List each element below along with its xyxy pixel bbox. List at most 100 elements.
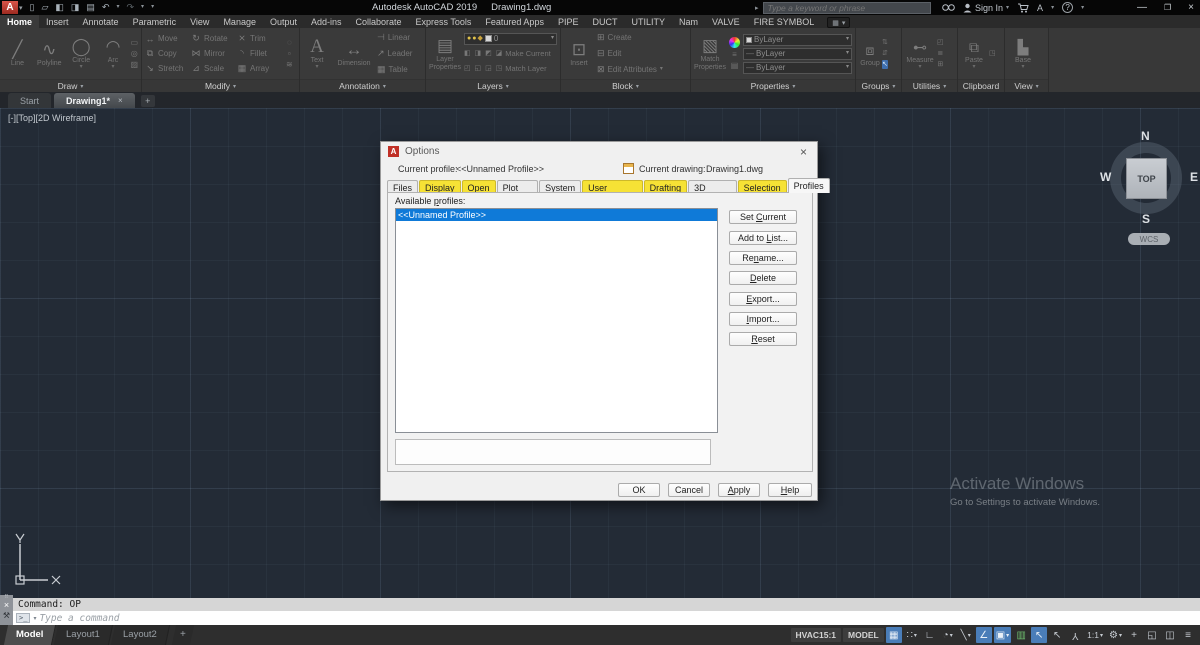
scale-tool[interactable]: ⊿Scale: [191, 61, 237, 76]
layout-tab-layout1[interactable]: Layout1: [54, 625, 113, 645]
search-binoculars-icon[interactable]: [942, 3, 955, 12]
annotation-visibility-toggle[interactable]: Y: [1067, 627, 1083, 643]
panel-label-draw[interactable]: Draw▾: [0, 79, 141, 92]
snap-mode-toggle[interactable]: ∷▾: [904, 627, 920, 643]
copy-clip-icon[interactable]: ◳: [989, 49, 996, 58]
new-drawing-tab-button[interactable]: +: [141, 95, 155, 107]
new-icon[interactable]: ▯: [30, 1, 35, 14]
measure-tool[interactable]: ⊷Measure▾: [905, 37, 935, 70]
isolate-objects-button[interactable]: ◫: [1162, 627, 1178, 643]
match-layer-tool[interactable]: ◰ ◱ ◲ ◳Match Layer: [464, 62, 557, 75]
add-to-list-button[interactable]: Add to List...: [729, 231, 797, 245]
ribbon-tab-nam[interactable]: Nam: [672, 15, 705, 28]
help-dropdown-icon[interactable]: ▾: [1081, 4, 1084, 11]
text-tool[interactable]: AText▾: [303, 37, 331, 70]
base-view-tool[interactable]: ▙Base▾: [1008, 37, 1038, 70]
logo-dropdown-icon[interactable]: ▾: [19, 4, 23, 12]
viewcube-south[interactable]: S: [1142, 212, 1150, 226]
object-snap-toggle[interactable]: ▣▾: [994, 627, 1011, 643]
status-plus-button[interactable]: +: [1126, 627, 1142, 643]
ribbon-tab-manage[interactable]: Manage: [216, 15, 263, 28]
circle-tool[interactable]: ◯Circle▾: [67, 37, 96, 70]
file-tab-drawing1[interactable]: Drawing1* ×: [54, 93, 135, 108]
command-customize-icon[interactable]: ⚒: [3, 611, 10, 621]
redo-dropdown-icon[interactable]: ▾: [141, 1, 144, 14]
ortho-toggle[interactable]: ∟: [922, 627, 938, 643]
grid-toggle[interactable]: ▦: [886, 627, 902, 643]
save-as-icon[interactable]: ◨: [71, 1, 80, 14]
offset-tool-icon[interactable]: ≋: [286, 60, 293, 69]
selection-cycling-toggle[interactable]: ↖: [1031, 627, 1047, 643]
color-wheel-icon[interactable]: [729, 37, 740, 48]
ungroup-icon[interactable]: ⇅: [882, 38, 888, 47]
command-input[interactable]: [39, 613, 1200, 624]
ribbon-tab-duct[interactable]: DUCT: [585, 15, 624, 28]
linear-tool[interactable]: ⊣Linear: [377, 31, 410, 45]
ok-button[interactable]: OK: [618, 483, 660, 497]
viewcube-east[interactable]: E: [1190, 170, 1198, 184]
panel-label-layers[interactable]: Layers▾: [426, 79, 560, 92]
linetype-list-icon[interactable]: ▤: [729, 61, 740, 70]
layer-properties-tool[interactable]: ▤Layer Properties: [429, 36, 461, 72]
cancel-button[interactable]: Cancel: [668, 483, 710, 497]
polyline-tool[interactable]: ∿Polyline: [35, 40, 64, 68]
3d-osnap-toggle[interactable]: ↖: [1049, 627, 1065, 643]
command-prompt-icon[interactable]: >_: [16, 613, 30, 623]
sign-in-button[interactable]: Sign In ▾: [963, 3, 1009, 13]
autocad-logo-icon[interactable]: A: [2, 1, 18, 14]
undo-dropdown-icon[interactable]: ▾: [116, 1, 119, 14]
linetype-dropdown[interactable]: —ByLayer▾: [743, 62, 852, 74]
panel-label-clipboard[interactable]: Clipboard: [958, 79, 1004, 92]
ribbon-display-button[interactable]: ▦ ▾: [827, 17, 850, 28]
file-tab-start[interactable]: Start: [8, 93, 51, 108]
minimize-button[interactable]: —: [1137, 2, 1147, 13]
cart-icon[interactable]: [1017, 3, 1029, 13]
ribbon-tab-utility[interactable]: UTILITY: [624, 15, 672, 28]
panel-label-block[interactable]: Block▾: [561, 79, 690, 92]
quick-calc-icon[interactable]: ⊞: [937, 60, 944, 69]
line-tool[interactable]: ╱Line: [3, 40, 32, 68]
osnap-tracking-toggle[interactable]: ∠: [976, 627, 992, 643]
save-icon[interactable]: ◧: [55, 1, 64, 14]
recent-commands-dropdown-icon[interactable]: ▾: [33, 615, 36, 622]
command-close-icon[interactable]: ×: [4, 600, 9, 611]
edit-block-tool[interactable]: ⊟Edit: [597, 47, 621, 61]
group-edit-icon[interactable]: ⇵: [882, 49, 888, 58]
edit-attributes-tool[interactable]: ⊠Edit Attributes▾: [597, 63, 663, 77]
group-tool[interactable]: ⧈Group: [859, 40, 881, 68]
trim-tool[interactable]: ⨯Trim: [237, 31, 283, 46]
apply-button[interactable]: Apply: [718, 483, 760, 497]
new-layout-button[interactable]: +: [172, 625, 194, 645]
panel-label-utilities[interactable]: Utilities▾: [902, 79, 957, 92]
help-button[interactable]: Help: [768, 483, 812, 497]
help-icon[interactable]: ?: [1062, 2, 1073, 13]
ribbon-tab-view[interactable]: View: [183, 15, 216, 28]
plot-icon[interactable]: ▤: [86, 1, 95, 14]
erase-tool-icon[interactable]: ◌: [286, 38, 293, 47]
rectangle-tool-icon[interactable]: ▭: [130, 38, 138, 47]
app-store-icon[interactable]: A: [1037, 3, 1043, 13]
ribbon-tab-home[interactable]: Home: [0, 15, 39, 28]
layout-tab-model[interactable]: Model: [4, 625, 57, 645]
array-tool[interactable]: ▦Array: [237, 61, 283, 76]
stretch-tool[interactable]: ↘Stretch: [145, 61, 191, 76]
create-block-tool[interactable]: ⊞Create: [597, 31, 632, 45]
close-button[interactable]: ×: [1188, 2, 1194, 13]
panel-label-groups[interactable]: Groups▾: [856, 79, 901, 92]
reset-button[interactable]: Reset: [729, 332, 797, 346]
ribbon-tab-express-tools[interactable]: Express Tools: [409, 15, 479, 28]
id-point-icon[interactable]: ◰: [937, 38, 944, 47]
viewcube-north[interactable]: N: [1141, 129, 1150, 143]
isodraft-toggle[interactable]: ╲▾: [958, 627, 974, 643]
search-input[interactable]: [763, 2, 931, 14]
arc-tool[interactable]: ◠Arc▾: [99, 37, 128, 70]
lineweight-dropdown[interactable]: —ByLayer▾: [743, 48, 852, 60]
viewcube[interactable]: N W E S TOP WCS: [1108, 130, 1192, 250]
viewport-controls-label[interactable]: [-][Top][2D Wireframe]: [8, 113, 96, 123]
ribbon-tab-parametric[interactable]: Parametric: [126, 15, 184, 28]
lineweight-list-icon[interactable]: ≡: [729, 50, 740, 59]
viewcube-west[interactable]: W: [1100, 170, 1111, 184]
profiles-list[interactable]: <<Unnamed Profile>>: [395, 208, 718, 433]
set-current-button[interactable]: Set Current: [729, 210, 797, 224]
qat-customize-icon[interactable]: ▾: [151, 1, 154, 14]
